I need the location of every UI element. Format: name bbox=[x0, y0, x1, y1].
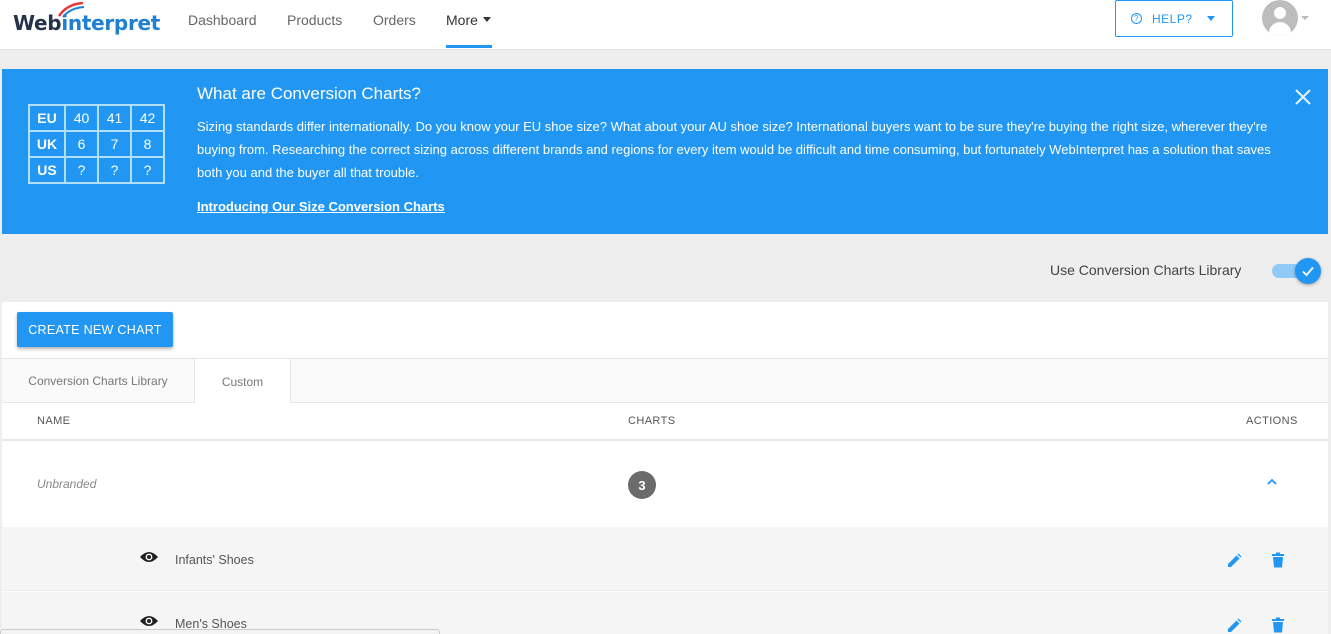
check-icon bbox=[1302, 266, 1314, 277]
size-cell: ? bbox=[130, 156, 165, 184]
nav-products[interactable]: Products bbox=[287, 12, 342, 28]
help-label: HELP? bbox=[1152, 11, 1193, 26]
edit-pencil-icon[interactable] bbox=[1226, 553, 1242, 569]
question-circle-icon: ? bbox=[1131, 13, 1142, 24]
table-row[interactable]: Men's Shoes bbox=[2, 592, 1328, 634]
close-icon[interactable] bbox=[1294, 88, 1312, 106]
size-cell: UK bbox=[28, 130, 66, 158]
edit-pencil-icon[interactable] bbox=[1226, 618, 1242, 634]
active-nav-indicator bbox=[446, 45, 492, 48]
size-cell: 8 bbox=[130, 130, 165, 158]
size-cell: 7 bbox=[97, 130, 132, 158]
eye-icon[interactable] bbox=[139, 550, 159, 564]
caret-down-icon bbox=[482, 16, 491, 22]
banner-description: Sizing standards differ internationally.… bbox=[197, 119, 1271, 180]
logo-text: Webinterpret bbox=[13, 11, 161, 35]
use-library-toggle-label: Use Conversion Charts Library bbox=[1050, 262, 1242, 278]
trash-icon[interactable] bbox=[1271, 552, 1285, 568]
create-new-chart-button[interactable]: CREATE NEW CHART bbox=[17, 312, 173, 347]
size-cell: 42 bbox=[130, 104, 165, 132]
size-cell: 6 bbox=[64, 130, 99, 158]
webinterpret-logo[interactable]: Webinterpret bbox=[13, 2, 161, 44]
trash-icon[interactable] bbox=[1271, 617, 1285, 633]
top-navbar: Webinterpret Dashboard Products Orders M… bbox=[0, 0, 1331, 50]
banner-title: What are Conversion Charts? bbox=[197, 84, 421, 103]
banner-intro-link[interactable]: Introducing Our Size Conversion Charts bbox=[197, 199, 445, 214]
charts-card: CREATE NEW CHART Conversion Charts Libra… bbox=[2, 302, 1328, 634]
size-cell: EU bbox=[28, 104, 66, 132]
tab-custom[interactable]: Custom bbox=[195, 359, 291, 404]
group-name: Unbranded bbox=[37, 477, 97, 491]
horizontal-scrollbar[interactable] bbox=[0, 629, 440, 634]
eye-icon[interactable] bbox=[139, 614, 159, 628]
size-cell: 40 bbox=[64, 104, 99, 132]
chart-count-badge: 3 bbox=[628, 471, 656, 499]
help-button[interactable]: ? HELP? bbox=[1115, 0, 1233, 37]
column-header-charts: CHARTS bbox=[628, 415, 676, 427]
avatar-caret-icon[interactable] bbox=[1301, 16, 1309, 20]
tab-conversion-charts-library[interactable]: Conversion Charts Library bbox=[2, 359, 195, 403]
caret-down-icon bbox=[1206, 16, 1215, 21]
nav-dashboard[interactable]: Dashboard bbox=[188, 12, 257, 28]
use-library-toggle[interactable] bbox=[1295, 258, 1321, 284]
chevron-up-icon[interactable] bbox=[1266, 477, 1278, 487]
column-header-actions: ACTIONS bbox=[1246, 415, 1298, 427]
nav-more-label: More bbox=[446, 12, 478, 28]
conversion-charts-banner: EU 40 41 42 UK 6 7 8 US ? ? ? What are C… bbox=[2, 69, 1328, 234]
size-cell: 41 bbox=[97, 104, 132, 132]
table-row-group[interactable]: Unbranded 3 bbox=[2, 441, 1328, 527]
size-cell: US bbox=[28, 156, 66, 184]
chart-tabs: Conversion Charts Library Custom bbox=[2, 358, 1328, 404]
size-cell: ? bbox=[97, 156, 132, 184]
size-cell: ? bbox=[64, 156, 99, 184]
column-header-name: NAME bbox=[37, 415, 71, 427]
table-row[interactable]: Infants' Shoes bbox=[2, 527, 1328, 591]
nav-orders[interactable]: Orders bbox=[373, 12, 416, 28]
nav-more[interactable]: More bbox=[446, 12, 491, 28]
user-avatar-icon[interactable] bbox=[1262, 0, 1298, 36]
chart-name: Infants' Shoes bbox=[175, 553, 254, 567]
size-conversion-table: EU 40 41 42 UK 6 7 8 US ? ? ? bbox=[28, 104, 165, 184]
table-header: NAME CHARTS ACTIONS bbox=[2, 403, 1328, 441]
